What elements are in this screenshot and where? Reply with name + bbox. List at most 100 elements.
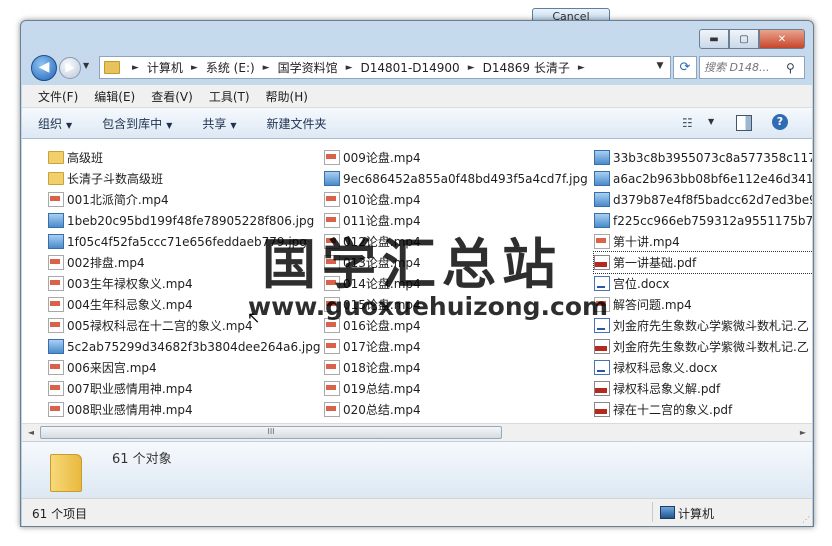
file-name: a6ac2b963bb08bf6e112e46d3413 [613, 171, 812, 186]
menu-view[interactable]: 查看(V) [143, 88, 201, 105]
file-name: 禄权科忌象义.docx [613, 361, 718, 375]
jpg-file-icon [48, 234, 64, 249]
breadcrumb-separator[interactable]: ► [468, 63, 475, 73]
file-item[interactable]: 009论盘.mp4 [324, 147, 588, 168]
file-name: 禄权科忌象义解.pdf [613, 382, 721, 396]
breadcrumb-separator[interactable]: ► [578, 63, 585, 73]
breadcrumb-drive[interactable]: 系统 (E:) [206, 59, 255, 76]
mp4-file-icon [324, 339, 340, 354]
file-item[interactable]: 020总结.mp4 [324, 399, 588, 420]
new-folder-button[interactable]: 新建文件夹 [267, 115, 327, 132]
file-item[interactable]: 018论盘.mp4 [324, 357, 588, 378]
file-item[interactable]: 第一讲基础.pdf [592, 251, 812, 274]
file-item[interactable]: 9ec686452a855a0f48bd493f5a4cd7f.jpg [324, 168, 588, 189]
file-column-3: 33b3c8b3955073c8a577358c1175 a6ac2b963bb0… [592, 147, 812, 420]
organize-button[interactable]: 组织 ▼ [38, 115, 72, 132]
jpg-file-icon [594, 171, 610, 186]
menu-file[interactable]: 文件(F) [22, 88, 86, 105]
file-item[interactable]: 刘金府先生象数心学紫微斗数札记.乙 [594, 315, 812, 336]
refresh-icon[interactable]: ⟳ [673, 56, 697, 79]
file-item[interactable]: 007职业感情用神.mp4 [48, 378, 320, 399]
file-item[interactable]: 禄权科忌象义解.pdf [594, 378, 812, 399]
file-name: 005禄权科忌在十二宫的象义.mp4 [67, 319, 253, 333]
preview-pane-icon[interactable] [736, 115, 752, 131]
breadcrumb-separator[interactable]: ► [346, 63, 353, 73]
breadcrumb-computer[interactable]: 计算机 [147, 59, 183, 76]
scroll-right-icon[interactable]: ► [796, 426, 810, 439]
include-library-label: 包含到库中 [102, 116, 163, 131]
search-box[interactable]: ⚲ [699, 56, 805, 79]
file-item[interactable]: 017论盘.mp4 [324, 336, 588, 357]
file-item[interactable]: 禄权科忌象义.docx [594, 357, 812, 378]
file-item[interactable]: 5c2ab75299d34682f3b3804dee264a6.jpg [48, 336, 320, 357]
file-name: 5c2ab75299d34682f3b3804dee264a6.jpg [67, 339, 321, 354]
menu-bar: 文件(F) 编辑(E) 查看(V) 工具(T) 帮助(H) [22, 85, 812, 108]
file-item[interactable]: 解答问题.mp4 [594, 294, 812, 315]
chevron-down-icon[interactable]: ▼ [708, 117, 714, 126]
chevron-down-icon: ▼ [230, 120, 237, 130]
file-name: 017论盘.mp4 [343, 340, 421, 354]
file-name: 刘金府先生象数心学紫微斗数札记.乙 [613, 340, 809, 354]
menu-help[interactable]: 帮助(H) [258, 88, 316, 105]
mouse-cursor-icon: ↖ [247, 308, 261, 327]
folder-item[interactable]: 长清子斗数高级班 [48, 168, 320, 189]
file-item[interactable]: f225cc966eb759312a9551175b7d [594, 210, 812, 231]
location-label: 计算机 [678, 507, 715, 521]
jpg-file-icon [48, 213, 64, 228]
breadcrumb-current[interactable]: D14869 长清子 [483, 59, 570, 76]
mp4-file-icon [324, 150, 340, 165]
back-arrow-icon[interactable]: ◀ [31, 55, 57, 81]
docx-file-icon [594, 360, 610, 375]
file-item[interactable]: 33b3c8b3955073c8a577358c1175 [594, 147, 812, 168]
file-item[interactable]: a6ac2b963bb08bf6e112e46d3413 [594, 168, 812, 189]
breadcrumb[interactable]: ► 计算机 ► 系统 (E:) ► 国学资料馆 ► D14801-D14900 … [99, 56, 671, 79]
file-name: f225cc966eb759312a9551175b7d [613, 213, 812, 228]
folder-item[interactable]: 高级班 [48, 147, 320, 168]
forward-arrow-icon[interactable]: ▶ [59, 57, 81, 79]
object-count: 61 个对象 [112, 452, 172, 467]
history-dropdown-icon[interactable]: ▼ [83, 61, 89, 70]
breadcrumb-library[interactable]: 国学资料馆 [278, 59, 338, 76]
breadcrumb-separator[interactable]: ► [132, 63, 139, 73]
breadcrumb-range[interactable]: D14801-D14900 [361, 61, 460, 75]
share-button[interactable]: 共享 ▼ [202, 115, 236, 132]
file-item[interactable]: 禄在十二宫的象义.pdf [594, 399, 812, 420]
include-in-library-button[interactable]: 包含到库中 ▼ [102, 115, 172, 132]
file-item[interactable]: 001北派简介.mp4 [48, 189, 320, 210]
mp4-file-icon [594, 234, 610, 249]
computer-icon [660, 506, 675, 519]
scrollbar-thumb[interactable]: III [40, 426, 502, 439]
mp4-file-icon [48, 360, 64, 375]
address-dropdown-icon[interactable]: ▼ [651, 56, 669, 77]
file-item[interactable]: 008职业感情用神.mp4 [48, 399, 320, 420]
maximize-button[interactable]: ▢ [729, 29, 759, 49]
close-button[interactable]: ✕ [759, 29, 805, 49]
file-item[interactable]: 019总结.mp4 [324, 378, 588, 399]
minimize-button[interactable]: ▬ [699, 29, 729, 49]
file-item[interactable]: 010论盘.mp4 [324, 189, 588, 210]
scroll-left-icon[interactable]: ◄ [24, 426, 38, 439]
file-name: 007职业感情用神.mp4 [67, 382, 193, 396]
mp4-file-icon [48, 402, 64, 417]
horizontal-scrollbar[interactable]: ◄ III ► [22, 423, 812, 441]
search-input[interactable] [700, 60, 786, 75]
file-name: 008职业感情用神.mp4 [67, 403, 193, 417]
file-item[interactable]: 006来因宫.mp4 [48, 357, 320, 378]
menu-edit[interactable]: 编辑(E) [86, 88, 143, 105]
file-item[interactable]: d379b87e4f8f5badcc62d7ed3be9 [594, 189, 812, 210]
search-icon[interactable]: ⚲ [786, 61, 795, 75]
breadcrumb-separator[interactable]: ► [263, 63, 270, 73]
file-item[interactable]: 宫位.docx [594, 273, 812, 294]
docx-file-icon [594, 276, 610, 291]
file-name: 009论盘.mp4 [343, 151, 421, 165]
view-options-icon[interactable]: ☷ [682, 116, 693, 130]
file-name: 解答问题.mp4 [613, 298, 692, 312]
menu-tools[interactable]: 工具(T) [201, 88, 258, 105]
folder-icon [50, 454, 82, 492]
folder-file-icon [48, 172, 64, 185]
file-item[interactable]: 刘金府先生象数心学紫微斗数札记.乙 [594, 336, 812, 357]
resize-grip-icon[interactable]: ⋰ [802, 515, 810, 524]
breadcrumb-separator[interactable]: ► [191, 63, 198, 73]
file-item[interactable]: 第十讲.mp4 [594, 231, 812, 252]
help-icon[interactable]: ? [772, 114, 788, 130]
